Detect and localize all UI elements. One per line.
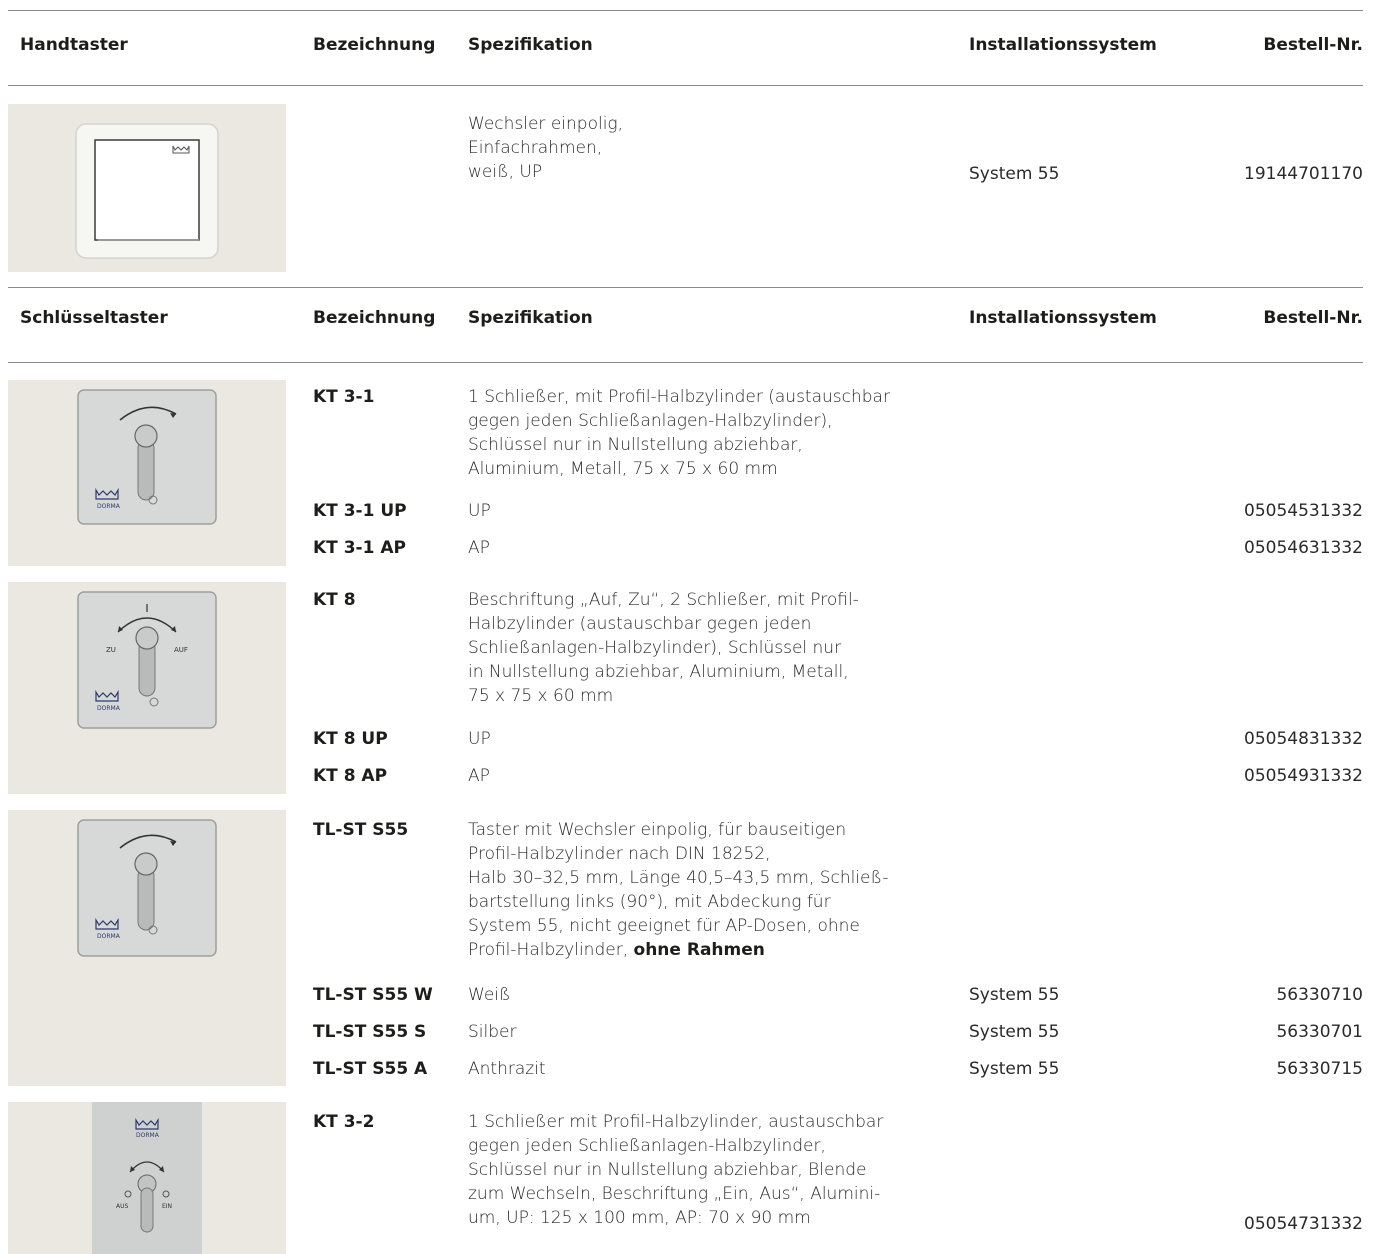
svg-text:DORMA: DORMA: [97, 705, 121, 712]
header-category: Schlüsseltaster: [20, 308, 168, 328]
product-spec: Beschriftung „Auf, Zu“, 2 Schließer, mit…: [468, 590, 859, 706]
handtaster-system: System 55: [969, 164, 1060, 184]
product-image-tl-st-s55: DORMA: [8, 810, 286, 1086]
svg-text:DORMA: DORMA: [136, 1132, 160, 1139]
product-spec: Taster mit Wechsler einpolig, für bausei…: [468, 818, 888, 962]
header-divider: [8, 362, 1363, 363]
header-order: Bestell-Nr.: [1263, 308, 1363, 328]
handtaster-order-number: 19144701170: [1244, 164, 1363, 184]
product-code: KT 3-1: [313, 387, 375, 407]
product-code: KT 3-2: [313, 1112, 375, 1132]
product-spec: 1 Schließer mit Profil-Halbzylinder, aus…: [468, 1112, 884, 1228]
key-switch-icon: DORMA: [77, 389, 217, 525]
product-order-number: 05054731332: [1244, 1214, 1363, 1234]
variant-code: KT 8 UP: [313, 729, 388, 749]
variant-spec: AP: [468, 766, 490, 786]
hand-switch-icon: [75, 123, 219, 259]
handtaster-spec: Wechsler einpolig, Einfachrahmen, weiß, …: [468, 114, 624, 182]
section-divider: [8, 287, 1363, 288]
header-designation: Bezeichnung: [313, 35, 436, 55]
product-code: KT 8: [313, 590, 356, 610]
variant-code: KT 3-1 AP: [313, 538, 406, 558]
variant-code: TL-ST S55 S: [313, 1022, 427, 1042]
variant-order-number: 05054531332: [1244, 501, 1363, 521]
variant-code: TL-ST S55 A: [313, 1059, 428, 1079]
variant-code: TL-ST S55 W: [313, 985, 433, 1005]
product-image-kt-3-1: DORMA: [8, 380, 286, 566]
key-switch-panel-icon: DORMA AUS EIN: [92, 1102, 202, 1254]
variant-code: KT 8 AP: [313, 766, 388, 786]
variant-spec: UP: [468, 729, 491, 749]
variant-order-number: 05054831332: [1244, 729, 1363, 749]
header-divider: [8, 85, 1363, 86]
variant-system: System 55: [969, 985, 1060, 1005]
product-image-kt-3-2: DORMA AUS EIN: [8, 1102, 286, 1254]
variant-spec: Anthrazit: [468, 1059, 546, 1079]
header-order: Bestell-Nr.: [1263, 35, 1363, 55]
svg-text:ZU: ZU: [106, 646, 116, 654]
product-code: TL-ST S55: [313, 820, 409, 840]
header-spec: Spezifikation: [468, 308, 593, 328]
variant-system: System 55: [969, 1059, 1060, 1079]
variant-spec: UP: [468, 501, 491, 521]
key-switch-icon: DORMA: [77, 819, 217, 957]
header-designation: Bezeichnung: [313, 308, 436, 328]
svg-text:DORMA: DORMA: [97, 503, 121, 510]
svg-text:AUF: AUF: [174, 646, 188, 654]
variant-spec: Silber: [468, 1022, 517, 1042]
variant-order-number: 56330715: [1276, 1059, 1363, 1079]
variant-system: System 55: [969, 1022, 1060, 1042]
product-image-kt-8: ZU AUF DORMA: [8, 582, 286, 794]
variant-order-number: 56330710: [1276, 985, 1363, 1005]
product-spec-emphasis: ohne Rahmen: [633, 940, 765, 960]
header-category: Handtaster: [20, 35, 128, 55]
top-divider: [8, 10, 1363, 11]
variant-order-number: 56330701: [1276, 1022, 1363, 1042]
variant-spec: Weiß: [468, 985, 511, 1005]
header-system: Installationssystem: [969, 308, 1157, 328]
key-switch-icon: ZU AUF DORMA: [77, 591, 217, 729]
svg-text:DORMA: DORMA: [97, 933, 121, 940]
header-spec: Spezifikation: [468, 35, 593, 55]
product-spec-text: Taster mit Wechsler einpolig, für bausei…: [468, 820, 889, 960]
svg-text:AUS: AUS: [116, 1203, 128, 1210]
product-image-handtaster: [8, 104, 286, 272]
variant-order-number: 05054631332: [1244, 538, 1363, 558]
header-system: Installationssystem: [969, 35, 1157, 55]
product-spec: 1 Schließer, mit Profil-Halbzylinder (au…: [468, 387, 890, 479]
variant-spec: AP: [468, 538, 490, 558]
variant-order-number: 05054931332: [1244, 766, 1363, 786]
variant-code: KT 3-1 UP: [313, 501, 407, 521]
svg-text:EIN: EIN: [162, 1203, 172, 1210]
